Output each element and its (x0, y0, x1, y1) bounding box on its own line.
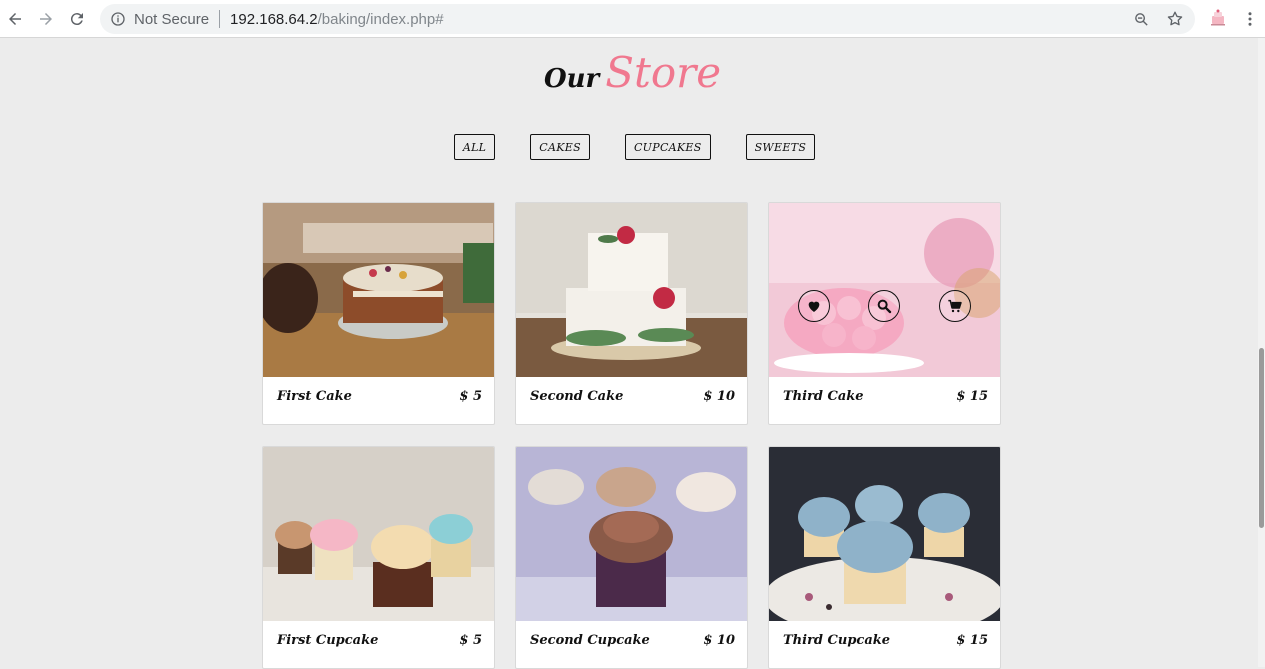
product-price: $ 5 (459, 389, 482, 404)
product-name: First Cupcake (277, 633, 379, 648)
omnibox-divider (219, 10, 221, 28)
product-name: Third Cupcake (783, 633, 891, 648)
star-icon[interactable] (1165, 9, 1185, 29)
product-price: $ 10 (703, 633, 735, 648)
browser-toolbar: Not Secure 192.168.64.2/baking/index.php… (0, 0, 1265, 38)
product-card[interactable]: Second Cupcake $ 10 (515, 446, 748, 669)
product-image[interactable] (516, 447, 747, 621)
product-price: $ 15 (956, 633, 988, 648)
product-image[interactable] (516, 203, 747, 377)
wishlist-button[interactable] (798, 290, 831, 322)
product-name: First Cake (277, 389, 352, 404)
quick-view-button[interactable] (868, 290, 901, 322)
product-card[interactable]: First Cupcake $ 5 (262, 446, 495, 669)
cart-icon (948, 299, 962, 313)
address-bar[interactable]: Not Secure 192.168.64.2/baking/index.php… (100, 4, 1195, 34)
product-card[interactable]: Second Cake $ 10 (515, 202, 748, 425)
product-image[interactable] (263, 203, 494, 377)
product-hover-actions (769, 290, 1000, 322)
product-price: $ 5 (459, 633, 482, 648)
product-card[interactable]: First Cake $ 5 (262, 202, 495, 425)
security-label: Not Secure (134, 10, 210, 28)
page-title: Our Store (0, 48, 1265, 97)
product-price: $ 10 (703, 389, 735, 404)
product-name: Third Cake (783, 389, 864, 404)
extension-icon[interactable] (1207, 7, 1229, 29)
product-card[interactable]: Third Cake $ 15 (768, 202, 1001, 425)
product-name: Second Cupcake (530, 633, 650, 648)
filter-cakes-button[interactable]: CAKES (530, 134, 590, 160)
filter-sweets-button[interactable]: SWEETS (745, 134, 816, 160)
category-filters: ALL CAKES CUPCAKES SWEETS (0, 134, 1265, 160)
filter-all-button[interactable]: ALL (453, 134, 496, 160)
forward-button[interactable] (35, 8, 57, 30)
add-to-cart-button[interactable] (938, 290, 971, 322)
product-price: $ 15 (956, 389, 988, 404)
product-name: Second Cake (530, 389, 624, 404)
zoom-icon[interactable] (1131, 9, 1151, 29)
product-card[interactable]: Third Cupcake $ 15 (768, 446, 1001, 669)
title-our: Our (543, 64, 600, 94)
url-host: 192.168.64.2 (230, 10, 318, 28)
url-path: /baking/index.php# (317, 10, 444, 28)
reload-icon (70, 13, 83, 26)
back-button[interactable] (4, 8, 26, 30)
product-image[interactable] (263, 447, 494, 621)
info-icon[interactable] (110, 11, 126, 27)
menu-icon[interactable] (1240, 9, 1260, 29)
forward-arrow-icon (40, 13, 52, 25)
filter-cupcakes-button[interactable]: CUPCAKES (624, 134, 711, 160)
back-arrow-icon (9, 13, 21, 25)
search-icon (878, 299, 892, 314)
title-store: Store (605, 48, 722, 97)
heart-icon (808, 301, 820, 312)
reload-button[interactable] (66, 8, 88, 30)
scrollbar-thumb[interactable] (1259, 348, 1264, 528)
product-image[interactable] (769, 447, 1000, 621)
